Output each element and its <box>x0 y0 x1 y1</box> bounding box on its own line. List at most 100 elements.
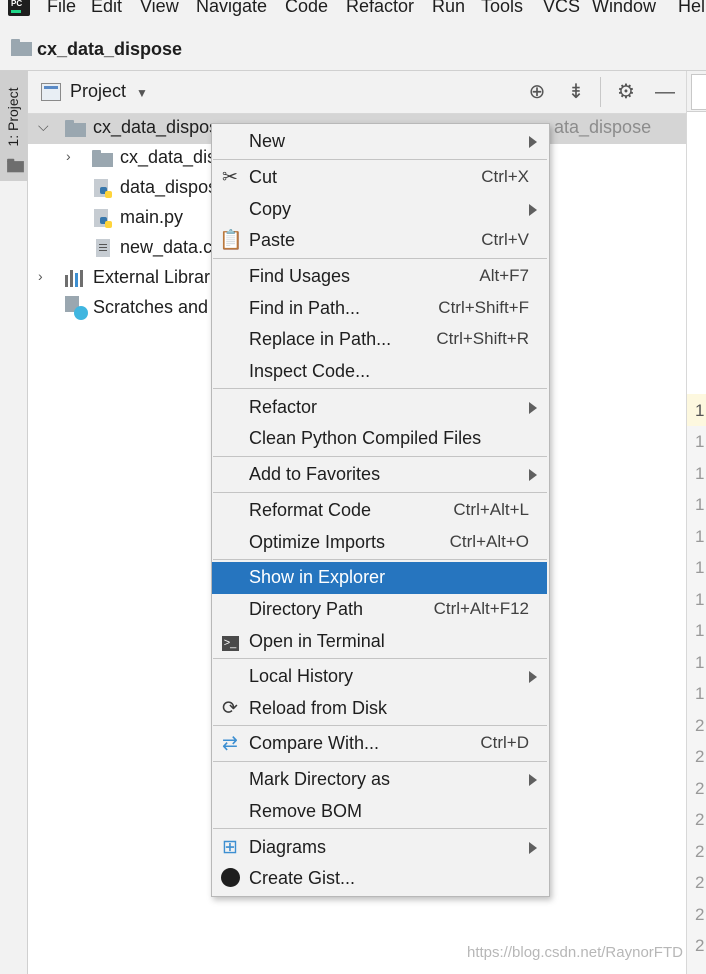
menu-item-label: Directory Path <box>249 599 364 619</box>
menu-item-label: New <box>249 131 286 151</box>
menu-item-shortcut: Ctrl+X <box>481 167 529 186</box>
menu-item-shortcut: Ctrl+D <box>480 733 529 752</box>
menu-tools[interactable]: Tools <box>481 0 523 17</box>
minimize-icon[interactable]: — <box>652 79 678 105</box>
menu-item-reload-from-disk[interactable]: ⟳ Reload from Disk <box>212 693 547 725</box>
menu-item-replace-in-path[interactable]: Replace in Path... Ctrl+Shift+R <box>212 324 547 356</box>
menu-item-label: Compare With... <box>249 733 380 753</box>
menu-item-optimize-imports[interactable]: Optimize Imports Ctrl+Alt+O <box>212 527 547 559</box>
python-file-icon <box>94 209 114 229</box>
line-number: 1 <box>695 432 705 451</box>
menu-view[interactable]: View <box>140 0 179 17</box>
menu-item-clean-compiled[interactable]: Clean Python Compiled Files <box>212 423 547 455</box>
menu-item-label: Create Gist... <box>249 868 356 888</box>
menu-item-mark-directory-as[interactable]: Mark Directory as <box>212 764 547 796</box>
menu-item-local-history[interactable]: Local History <box>212 661 547 693</box>
menu-item-label: Copy <box>249 199 292 219</box>
compare-icon: ⇄ <box>222 733 238 754</box>
tree-path-hint: ata_dispose <box>554 117 652 137</box>
menu-item-refactor[interactable]: Refactor <box>212 392 547 424</box>
menu-item-label: Reload from Disk <box>249 698 388 718</box>
menu-file[interactable]: File <box>47 0 76 17</box>
line-number: 1 <box>695 464 705 483</box>
menu-help[interactable]: Help <box>678 0 706 17</box>
line-number: 2 <box>695 842 705 861</box>
line-number: 1 <box>695 653 705 672</box>
menu-item-new[interactable]: New <box>212 126 547 158</box>
tree-label: Scratches and C <box>93 297 227 317</box>
menu-refactor[interactable]: Refactor <box>346 0 414 17</box>
locate-icon[interactable]: ⊕ <box>524 79 550 105</box>
text-file-icon <box>96 239 110 257</box>
menu-separator <box>213 492 547 493</box>
line-number: 2 <box>695 905 705 924</box>
menu-item-cut[interactable]: ✂ Cut Ctrl+X <box>212 162 547 194</box>
folder-icon <box>92 150 113 167</box>
menu-item-label: Remove BOM <box>249 801 363 821</box>
project-tab-label: 1: Project <box>5 87 21 147</box>
menu-item-find-usages[interactable]: Find Usages Alt+F7 <box>212 261 547 293</box>
line-number: 1 <box>695 590 705 609</box>
menu-item-shortcut: Ctrl+Alt+F12 <box>433 599 529 618</box>
menu-item-directory-path[interactable]: Directory Path Ctrl+Alt+F12 <box>212 594 547 626</box>
tree-label: main.py <box>120 207 184 227</box>
toolbar-divider <box>600 77 601 107</box>
collapse-all-icon[interactable]: ⇟ <box>563 79 589 105</box>
line-number: 1 <box>695 401 705 420</box>
breadcrumb-project[interactable]: cx_data_dispose <box>37 39 182 60</box>
gear-icon[interactable]: ⚙ <box>613 79 639 105</box>
chevron-right-icon[interactable]: › <box>66 148 71 164</box>
menu-separator <box>213 761 547 762</box>
line-number: 1 <box>695 621 705 640</box>
menu-item-copy[interactable]: Copy <box>212 194 547 226</box>
editor-tab[interactable] <box>687 71 706 112</box>
tree-label: new_data.cs <box>120 237 222 257</box>
menu-item-compare-with[interactable]: ⇄ Compare With... Ctrl+D <box>212 728 547 760</box>
project-view-selector[interactable]: Project <box>70 81 126 102</box>
clipboard-icon: 📋 <box>219 230 243 251</box>
menu-item-add-to-favorites[interactable]: Add to Favorites <box>212 459 547 491</box>
menu-item-find-in-path[interactable]: Find in Path... Ctrl+Shift+F <box>212 293 547 325</box>
library-icon <box>65 270 87 287</box>
scissors-icon: ✂ <box>222 167 238 188</box>
menu-window[interactable]: Window <box>592 0 656 17</box>
menu-item-show-in-explorer[interactable]: Show in Explorer <box>212 562 547 594</box>
menu-vcs[interactable]: VCS <box>543 0 580 17</box>
menu-item-reformat-code[interactable]: Reformat Code Ctrl+Alt+L <box>212 495 547 527</box>
menu-item-diagrams[interactable]: ⊞ Diagrams <box>212 832 547 864</box>
folder-icon <box>65 120 86 137</box>
menu-item-label: Open in Terminal <box>249 631 385 651</box>
menu-code[interactable]: Code <box>285 0 328 17</box>
line-number: 2 <box>695 810 705 829</box>
tree-label: data_dispos <box>120 177 218 197</box>
submenu-arrow-icon <box>529 842 537 854</box>
terminal-icon: >_ <box>219 631 241 653</box>
menu-separator <box>213 258 547 259</box>
reload-icon: ⟳ <box>222 698 238 719</box>
menu-navigate[interactable]: Navigate <box>196 0 267 17</box>
submenu-arrow-icon <box>529 402 537 414</box>
menu-edit[interactable]: Edit <box>91 0 122 17</box>
menu-separator <box>213 388 547 389</box>
menu-item-label: Add to Favorites <box>249 464 381 484</box>
project-view-icon <box>41 83 61 101</box>
project-tool-tab[interactable]: 1: Project <box>0 71 27 181</box>
menu-item-create-gist[interactable]: Create Gist... <box>212 863 547 895</box>
menu-item-paste[interactable]: 📋 Paste Ctrl+V <box>212 225 547 257</box>
menu-separator <box>213 559 547 560</box>
menu-item-label: Find Usages <box>249 266 351 286</box>
line-number: 2 <box>695 873 705 892</box>
line-number: 1 <box>695 558 705 577</box>
chevron-right-icon[interactable]: › <box>38 268 43 284</box>
chevron-down-icon[interactable]: ⌵ <box>38 118 49 135</box>
submenu-arrow-icon <box>529 136 537 148</box>
menu-item-open-in-terminal[interactable]: >_ Open in Terminal <box>212 626 547 658</box>
line-number: 2 <box>695 936 705 955</box>
menu-item-shortcut: Ctrl+Shift+F <box>438 298 529 317</box>
folder-icon <box>7 158 24 173</box>
menu-item-remove-bom[interactable]: Remove BOM <box>212 796 547 828</box>
menu-item-shortcut: Ctrl+Shift+R <box>436 329 529 348</box>
chevron-down-icon[interactable]: ▼ <box>136 86 148 100</box>
menu-run[interactable]: Run <box>432 0 465 17</box>
menu-item-inspect-code[interactable]: Inspect Code... <box>212 356 547 388</box>
